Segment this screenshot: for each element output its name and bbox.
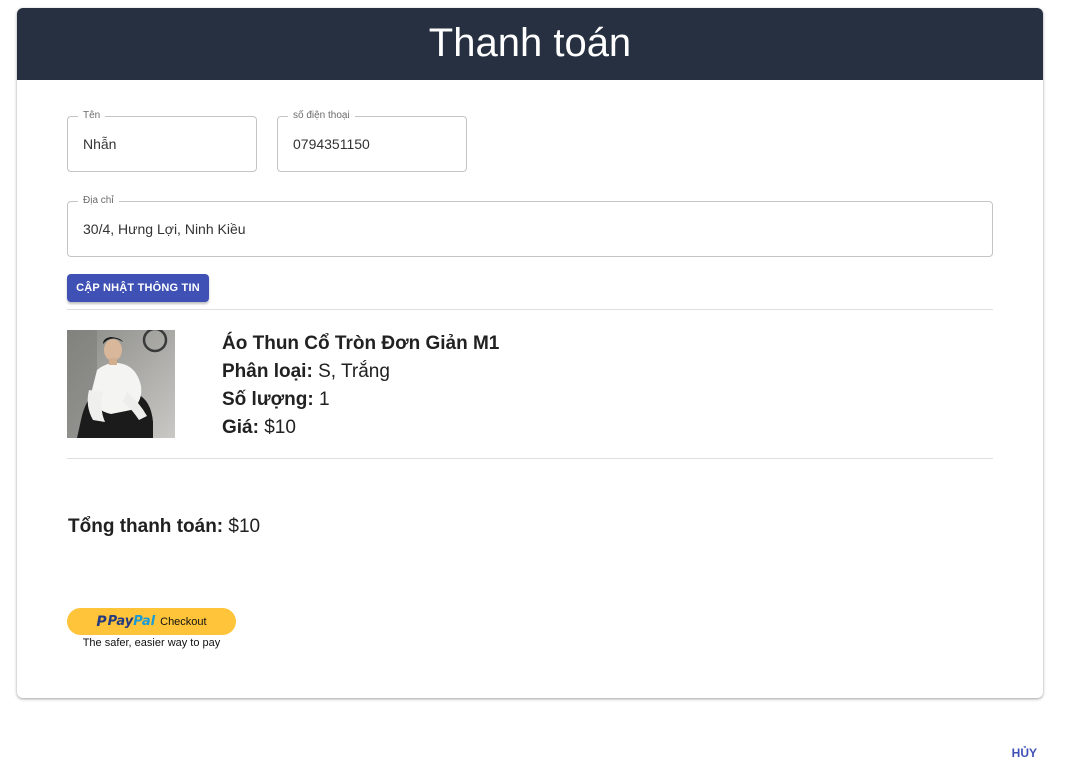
page-title: Thanh toán (428, 21, 632, 65)
variant-label: Phân loại: (222, 361, 313, 382)
card-header: Thanh toán (17, 8, 1043, 80)
paypal-brand-pay: Pay (107, 614, 134, 629)
order-total: Tổng thanh toán: $10 (68, 514, 260, 540)
product-quantity: Số lượng: 1 (222, 386, 499, 414)
cancel-button[interactable]: HỦY (1012, 746, 1037, 760)
product-image (67, 330, 175, 438)
paypal-brand-pal: Pal (133, 614, 156, 629)
address-field: Địa chỉ (67, 194, 993, 257)
product-info: Áo Thun Cổ Tròn Đơn Giản M1 Phân loại: S… (222, 330, 499, 442)
name-field: Tên (67, 109, 257, 172)
price-label: Giá: (222, 417, 259, 438)
divider-bottom (67, 458, 993, 459)
total-value: $10 (228, 516, 261, 537)
divider-top (67, 309, 993, 310)
product-variant: Phân loại: S, Trắng (222, 358, 499, 386)
paypal-checkout-label: Checkout (160, 615, 207, 628)
paypal-logo-icon: P (96, 613, 107, 630)
phone-field: số điện thoại (277, 109, 467, 172)
quantity-label: Số lượng: (222, 389, 314, 410)
name-input[interactable] (83, 117, 246, 171)
paypal-checkout-button[interactable]: P Pay Pal Checkout (67, 608, 236, 635)
product-name: Áo Thun Cổ Tròn Đơn Giản M1 (222, 333, 500, 354)
variant-value: S, Trắng (318, 361, 390, 382)
total-label: Tổng thanh toán: (68, 516, 224, 537)
checkout-card: Thanh toán Tên số điện thoại Địa chỉ CẬP… (17, 8, 1043, 698)
address-input[interactable] (83, 202, 982, 256)
quantity-value: 1 (318, 389, 330, 410)
product-price: Giá: $10 (222, 414, 499, 442)
price-value: $10 (264, 417, 296, 438)
paypal-tagline: The safer, easier way to pay (82, 637, 221, 649)
phone-input[interactable] (293, 117, 456, 171)
update-info-button[interactable]: CẬP NHẬT THÔNG TIN (67, 274, 209, 302)
